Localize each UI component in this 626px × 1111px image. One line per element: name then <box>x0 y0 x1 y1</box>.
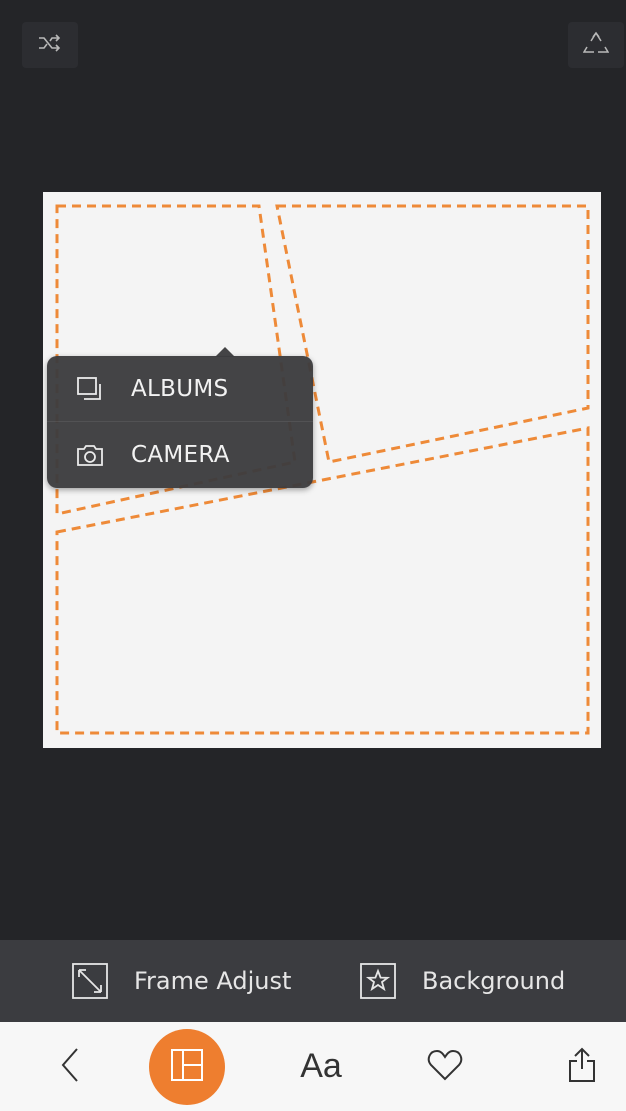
text-tab[interactable]: Aa <box>286 1022 356 1111</box>
layout-tab[interactable] <box>148 1022 226 1111</box>
layout-tab-active-circle <box>149 1028 225 1105</box>
frame-adjust-icon <box>70 961 110 1001</box>
shuffle-icon <box>38 34 62 56</box>
heart-icon <box>427 1049 463 1085</box>
photo-source-popup: ALBUMS CAMERA <box>47 347 313 488</box>
layout-icon <box>170 1048 204 1086</box>
camera-option[interactable]: CAMERA <box>47 422 313 488</box>
frame-adjust-button[interactable]: Frame Adjust <box>70 960 291 1002</box>
albums-option[interactable]: ALBUMS <box>47 356 313 422</box>
options-bar: Frame Adjust Background <box>0 940 626 1022</box>
share-icon <box>567 1047 597 1087</box>
chevron-left-icon <box>60 1047 80 1087</box>
text-tab-label: Aa <box>300 1047 342 1085</box>
camera-icon <box>75 440 105 470</box>
recycle-icon <box>582 31 610 59</box>
camera-label: CAMERA <box>131 442 230 468</box>
frame-cell-top-right <box>275 204 590 464</box>
favorites-tab[interactable] <box>410 1022 480 1111</box>
back-button[interactable] <box>40 1022 100 1111</box>
frame-adjust-label: Frame Adjust <box>134 967 292 995</box>
share-tab[interactable] <box>552 1022 612 1111</box>
recycle-button[interactable] <box>568 22 624 68</box>
shuffle-button[interactable] <box>22 22 78 68</box>
albums-label: ALBUMS <box>131 375 229 402</box>
albums-icon <box>75 374 105 404</box>
background-button[interactable]: Background <box>358 960 565 1002</box>
background-label: Background <box>422 967 566 995</box>
background-star-icon <box>358 961 398 1001</box>
bottom-tab-bar: Aa <box>0 1022 626 1111</box>
